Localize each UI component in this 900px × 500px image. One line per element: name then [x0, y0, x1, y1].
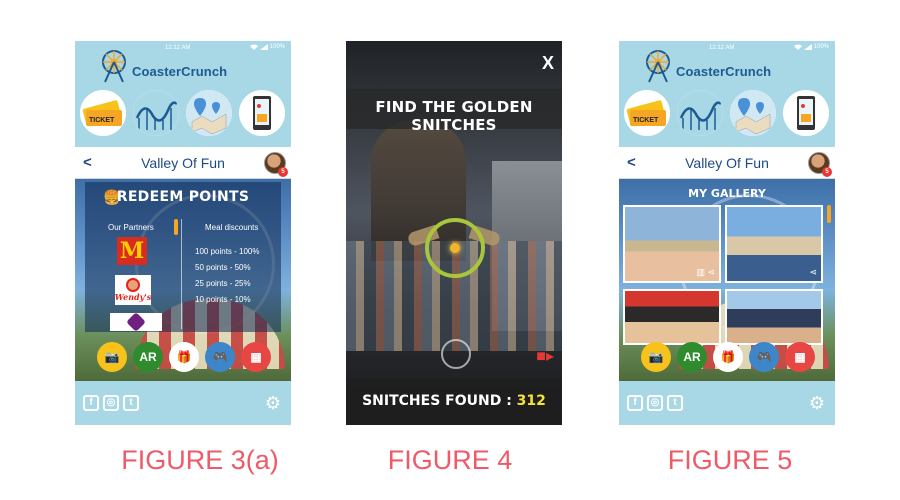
facebook-icon[interactable]: f: [627, 395, 643, 411]
tickets-category[interactable]: TICKET: [80, 90, 126, 136]
gallery-title: MY GALLERY: [688, 187, 766, 200]
ferris-wheel-logo-icon: [646, 50, 670, 83]
status-time: 12:12 AM: [709, 45, 735, 51]
ticket-icon: TICKET: [624, 90, 670, 136]
gamepad-icon[interactable]: 🎮: [205, 342, 235, 372]
social-links: f ◎ t: [83, 395, 139, 411]
tickets-category[interactable]: TICKET: [624, 90, 670, 136]
facebook-icon[interactable]: f: [83, 395, 99, 411]
app-category[interactable]: [239, 90, 285, 136]
gear-icon[interactable]: ⚙: [809, 393, 825, 414]
taco-bell-logo[interactable]: [110, 312, 162, 332]
discount-line: 25 points - 25%: [195, 279, 251, 288]
category-row: TICKET: [80, 90, 285, 136]
instagram-icon[interactable]: ◎: [103, 395, 119, 411]
rides-category[interactable]: [677, 90, 723, 136]
signal-icon: [803, 44, 812, 50]
ar-title: FIND THE GOLDEN SNITCHES: [375, 98, 533, 134]
battery-text: 100%: [269, 44, 285, 50]
ar-icon[interactable]: AR: [133, 342, 163, 372]
gift-icon[interactable]: 🎁: [713, 342, 743, 372]
system-icons: 100%: [793, 44, 829, 50]
signal-icon: [259, 44, 268, 50]
share-icon[interactable]: ⋖: [809, 267, 817, 278]
snitches-found-label: SNITCHES FOUND :: [362, 393, 517, 409]
figure-caption: FIGURE 5: [667, 445, 793, 475]
scroll-indicator[interactable]: [174, 219, 178, 235]
wifi-icon: [249, 44, 258, 50]
coaster-icon: [677, 90, 723, 136]
app-title: CoasterCrunch: [132, 64, 228, 79]
wifi-icon: [793, 44, 802, 50]
park-title: Valley Of Fun: [685, 155, 769, 171]
phone-ar-game: X FIND THE GOLDEN SNITCHES ■▸ SNITCHES F…: [346, 41, 562, 425]
social-links: f ◎ t: [627, 395, 683, 411]
app-title: CoasterCrunch: [676, 64, 772, 79]
action-bar: 📷 AR 🎁 🎮 ▦: [641, 342, 815, 372]
mcdonalds-logo[interactable]: M: [117, 237, 147, 265]
nav-bar: < Valley Of Fun 5: [619, 147, 835, 179]
partners-header: Our Partners: [108, 223, 154, 232]
status-time: 12:12 AM: [165, 45, 191, 51]
gamepad-icon[interactable]: 🎮: [749, 342, 779, 372]
smartphone-icon: [783, 90, 829, 136]
camera-icon[interactable]: 📷: [641, 342, 671, 372]
column-divider: [181, 219, 182, 329]
redeem-title: REDEEM POINTS: [116, 189, 250, 205]
snitches-found: SNITCHES FOUND : 312: [346, 393, 562, 409]
ar-icon[interactable]: AR: [677, 342, 707, 372]
bottom-bar: f ◎ t ⚙: [619, 381, 835, 425]
smartphone-icon: [239, 90, 285, 136]
nav-bar: < Valley Of Fun 5: [75, 147, 291, 179]
map-icon: [186, 90, 232, 136]
gallery-photo[interactable]: [725, 289, 823, 345]
discount-line: 100 points - 100%: [195, 247, 260, 256]
bottom-bar: f ◎ t ⚙: [75, 381, 291, 425]
figure-caption: FIGURE 3(a): [121, 445, 279, 475]
instagram-icon[interactable]: ◎: [647, 395, 663, 411]
close-button[interactable]: X: [542, 53, 554, 74]
grid-icon[interactable]: ▦: [241, 342, 271, 372]
twitter-icon[interactable]: t: [667, 395, 683, 411]
ferris-wheel-logo-icon: [102, 50, 126, 83]
phone-redeem-points: 12:12 AM 100% CoasterCrunch TICKET < Val…: [75, 41, 291, 425]
gallery-photo[interactable]: ⋖: [725, 205, 823, 283]
gallery-photo[interactable]: ▥ ⋖: [623, 205, 721, 283]
rides-category[interactable]: [133, 90, 179, 136]
share-icon[interactable]: ▥ ⋖: [696, 267, 715, 278]
system-icons: 100%: [249, 44, 285, 50]
phone-gallery: 12:12 AM 100% CoasterCrunch TICKET < Val…: [619, 41, 835, 425]
figure-caption: FIGURE 4: [387, 445, 513, 475]
app-category[interactable]: [783, 90, 829, 136]
gift-icon[interactable]: 🎁: [169, 342, 199, 372]
coaster-icon: [133, 90, 179, 136]
snitches-found-count: 312: [516, 393, 546, 409]
svg-text:TICKET: TICKET: [633, 117, 659, 124]
notification-badge: 5: [278, 167, 288, 177]
shutter-button[interactable]: [441, 339, 471, 369]
twitter-icon[interactable]: t: [123, 395, 139, 411]
svg-text:TICKET: TICKET: [89, 117, 115, 124]
video-camera-icon[interactable]: ■▸: [536, 346, 554, 366]
gear-icon[interactable]: ⚙: [265, 393, 281, 414]
park-title: Valley Of Fun: [141, 155, 225, 171]
discount-line: 10 points - 10%: [195, 295, 251, 304]
camera-icon[interactable]: 📷: [97, 342, 127, 372]
discount-line: 50 points - 50%: [195, 263, 251, 272]
notification-badge: 5: [822, 167, 832, 177]
map-category[interactable]: [186, 90, 232, 136]
battery-text: 100%: [813, 44, 829, 50]
meal-discounts-header: Meal discounts: [205, 223, 259, 232]
grid-icon[interactable]: ▦: [785, 342, 815, 372]
gallery-photo[interactable]: [623, 289, 721, 345]
golden-snitch[interactable]: [450, 243, 460, 253]
action-bar: 📷 AR 🎁 🎮 ▦: [97, 342, 271, 372]
scroll-indicator[interactable]: [827, 205, 831, 223]
ticket-icon: TICKET: [80, 90, 126, 136]
map-category[interactable]: [730, 90, 776, 136]
category-row: TICKET: [624, 90, 829, 136]
wendys-logo[interactable]: Wendy's: [115, 275, 151, 305]
map-icon: [730, 90, 776, 136]
